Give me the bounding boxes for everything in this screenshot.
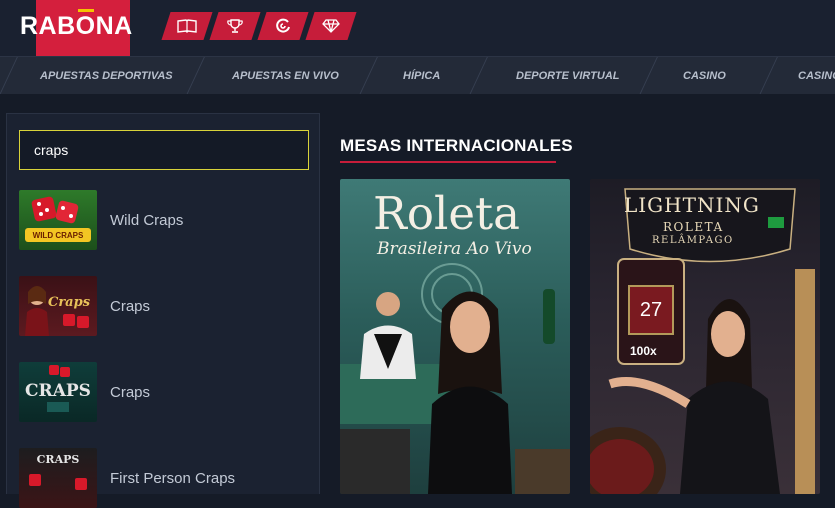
thumb-text: WILD CRAPS [33, 231, 84, 240]
result-label: Craps [110, 383, 151, 401]
result-label: Wild Craps [110, 211, 184, 229]
nav-separator [639, 57, 658, 94]
nav-item-casino-live[interactable]: CASINO [798, 57, 835, 94]
result-item-craps[interactable]: Craps Craps [19, 276, 319, 336]
result-label: Craps [110, 297, 151, 315]
result-item-first-person-craps[interactable]: CRAPS First Person Craps [19, 448, 319, 508]
card-subtitle-secondary: RELÂMPAGO [652, 235, 734, 246]
top-header: RABONA [0, 0, 835, 56]
casino-tab[interactable] [257, 12, 309, 40]
nav-item-apuestas-en-vivo[interactable]: APUESTAS EN VIVO [232, 57, 339, 94]
card-title: Roleta [373, 187, 520, 240]
vip-tab[interactable] [305, 12, 357, 40]
result-item-craps-2[interactable]: CRAPS Craps [19, 362, 319, 422]
result-item-wild-craps[interactable]: WILD CRAPS Wild Craps [19, 190, 319, 250]
section-title: MESAS INTERNACIONALES [340, 136, 573, 155]
card-subtitle: Brasileira Ao Vivo [377, 239, 532, 259]
thumb-text: CRAPS [37, 453, 80, 466]
nav-separator [359, 57, 378, 94]
book-icon [177, 19, 197, 33]
lucky-number-badge: 27 [628, 285, 674, 335]
diamond-icon [322, 19, 340, 33]
card-title: LIGHTNING [624, 193, 760, 217]
search-panel: WILD CRAPS Wild Craps Craps Craps CRAPS … [6, 113, 320, 508]
nav-separator [759, 57, 778, 94]
spin-icon [275, 18, 291, 34]
search-input[interactable] [19, 130, 309, 170]
game-thumbnail: Craps [19, 276, 97, 336]
nav-separator [469, 57, 488, 94]
card-subtitle: ROLETA [663, 220, 724, 234]
nav-item-hipica[interactable]: HÍPICA [403, 57, 440, 94]
thumb-text: CRAPS [25, 381, 91, 401]
multiplier-label: 100x [630, 344, 657, 358]
nav-item-casino[interactable]: CASINO [683, 57, 726, 94]
nav-separator [186, 57, 205, 94]
main-nav: APUESTAS DEPORTIVAS APUESTAS EN VIVO HÍP… [0, 56, 835, 94]
section-underline [340, 161, 556, 163]
game-thumbnail: CRAPS [19, 448, 97, 508]
game-thumbnail: CRAPS [19, 362, 97, 422]
nav-item-deporte-virtual[interactable]: DEPORTE VIRTUAL [516, 57, 620, 94]
rabona-logo[interactable]: RABONA [20, 9, 133, 41]
trophy-tab[interactable] [209, 12, 261, 40]
game-thumbnail: WILD CRAPS [19, 190, 97, 250]
thumb-text: Craps [48, 295, 91, 310]
nav-separator [0, 57, 18, 94]
sportsbook-tab[interactable] [161, 12, 213, 40]
trophy-icon [227, 18, 243, 34]
game-card-roleta-brasileira[interactable]: Roleta Brasileira Ao Vivo [340, 179, 570, 494]
game-card-lightning-roulette[interactable]: LIGHTNING ROLETA RELÂMPAGO 27 100x [590, 179, 820, 494]
result-label: First Person Craps [110, 469, 236, 487]
nav-item-apuestas-deportivas[interactable]: APUESTAS DEPORTIVAS [40, 57, 173, 94]
